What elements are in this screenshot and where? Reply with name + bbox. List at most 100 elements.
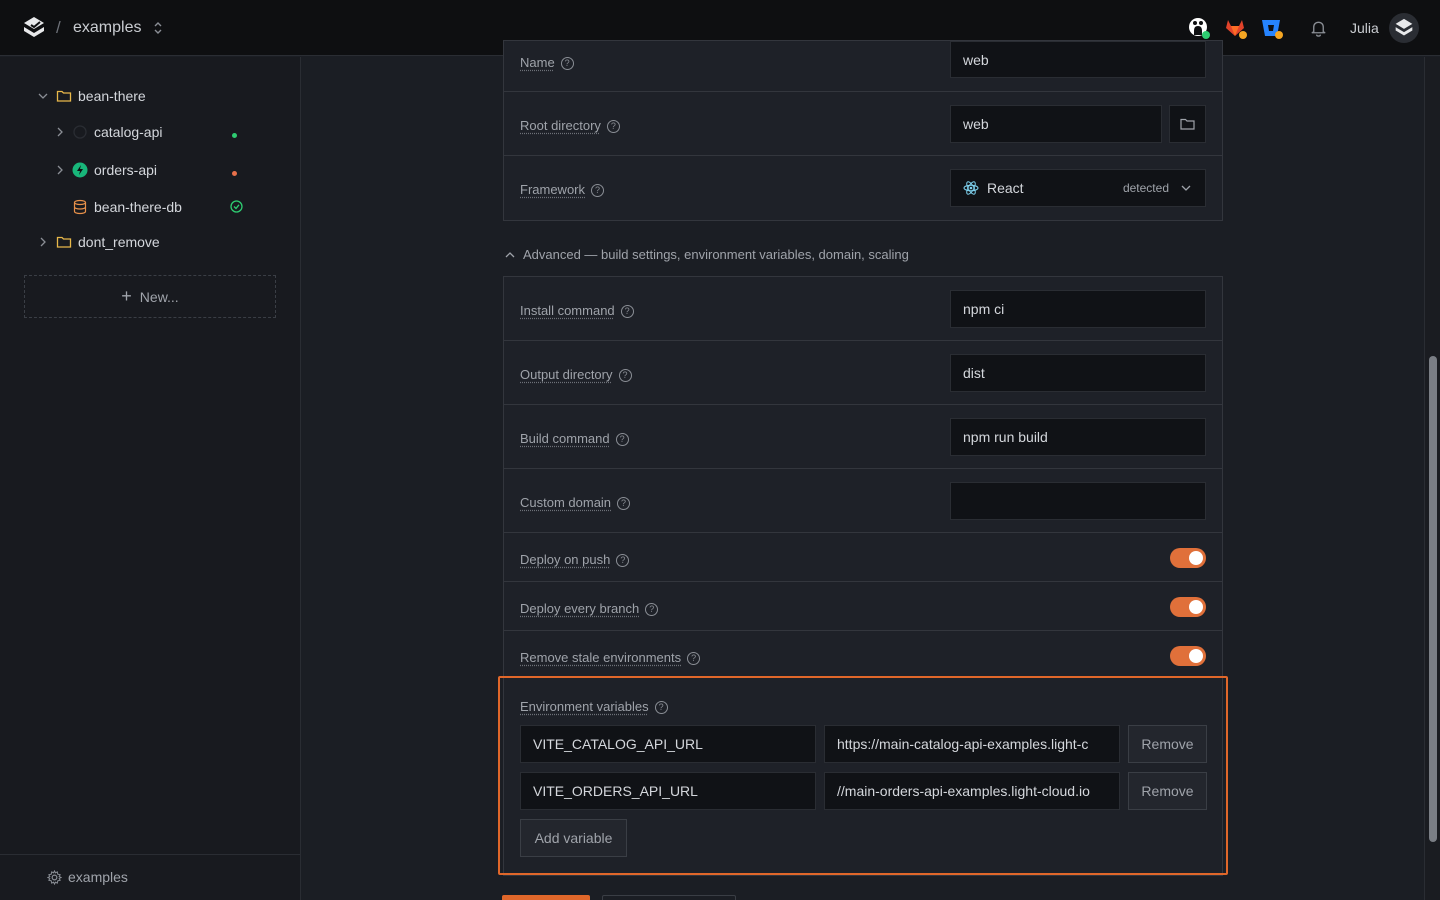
tree-item-bean-there[interactable]: bean-there [38,84,146,108]
root-directory-label: Root directory? [520,118,620,133]
help-icon[interactable]: ? [655,701,668,714]
install-command-row: Install command? npm ci [504,277,1222,341]
detected-badge: detected [1123,181,1169,195]
lightning-icon [72,162,88,178]
add-variable-button[interactable]: Add variable [520,819,627,857]
tree-item-bean-there-db[interactable]: bean-there-db [72,195,182,219]
footer-workspace-label: examples [68,869,128,885]
help-icon[interactable]: ? [617,497,630,510]
plus-icon: + [121,286,132,307]
help-icon[interactable]: ? [621,305,634,318]
status-dot-orange [232,171,237,176]
chevron-right-icon [38,237,48,247]
primary-action-button[interactable] [502,895,590,900]
gitlab-icon[interactable] [1224,16,1248,40]
output-directory-input[interactable]: dist [950,354,1206,392]
chevron-right-icon [55,165,65,175]
remove-stale-row: Remove stale environments? [504,631,1222,680]
help-icon[interactable]: ? [616,554,629,567]
tree-item-label: dont_remove [78,234,160,250]
advanced-toggle-label: Advanced — build settings, environment v… [523,247,909,262]
advanced-toggle[interactable]: Advanced — build settings, environment v… [505,247,909,262]
breadcrumb-separator: / [56,18,61,38]
folder-icon [56,88,72,104]
service-icon [72,124,88,140]
tree-item-label: bean-there-db [94,199,182,215]
tree-item-orders-api[interactable]: orders-api [55,158,157,182]
help-icon[interactable]: ? [607,120,620,133]
chevron-up-down-icon[interactable] [152,20,164,36]
build-command-label: Build command? [520,431,629,446]
build-command-input[interactable]: npm run build [950,418,1206,456]
help-icon[interactable]: ? [616,433,629,446]
deploy-on-push-toggle[interactable] [1170,548,1206,568]
avatar[interactable] [1389,13,1419,43]
env-value-input[interactable]: //main-orders-api-examples.light-cloud.i… [824,772,1120,810]
deploy-every-branch-row: Deploy every branch? [504,582,1222,631]
workspace-name[interactable]: examples [73,19,141,37]
folder-browse-button[interactable] [1169,105,1206,143]
chevron-right-icon [55,127,65,137]
env-value-input[interactable]: https://main-catalog-api-examples.light-… [824,725,1120,763]
general-settings-panel: Name? web Root directory? web Framework?… [503,40,1223,221]
help-icon[interactable]: ? [591,184,604,197]
custom-domain-row: Custom domain? [504,469,1222,533]
environment-variables-section: Environment variables? VITE_CATALOG_API_… [498,676,1228,875]
install-command-input[interactable]: npm ci [950,290,1206,328]
new-button[interactable]: + New... [24,275,276,318]
custom-domain-input[interactable] [950,482,1206,520]
check-circle-icon [230,200,243,213]
scrollbar-thumb[interactable] [1429,356,1437,842]
folder-icon [1180,117,1195,131]
chevron-up-icon [505,250,515,260]
chevron-down-icon [1181,183,1191,193]
output-directory-row: Output directory? dist [504,341,1222,405]
name-input[interactable]: web [950,41,1206,78]
react-icon [963,180,979,196]
new-button-label: New... [140,289,179,305]
avatar-logo-icon [1394,18,1414,38]
help-icon[interactable]: ? [645,603,658,616]
tree-item-dont-remove[interactable]: dont_remove [38,230,160,254]
remove-variable-button[interactable]: Remove [1128,725,1207,763]
framework-row: Framework? React detected [504,156,1222,220]
build-command-row: Build command? npm run build [504,405,1222,469]
gear-icon [47,870,62,885]
deploy-every-branch-label: Deploy every branch? [520,601,658,616]
tree-item-label: catalog-api [94,124,163,140]
sidebar-footer[interactable]: examples [0,854,300,900]
help-icon[interactable]: ? [687,652,700,665]
tree-item-label: bean-there [78,88,146,104]
folder-icon [56,234,72,250]
help-icon[interactable]: ? [619,369,632,382]
environment-variables-label: Environment variables? [520,699,668,714]
github-icon[interactable] [1187,16,1211,40]
database-icon [72,199,88,215]
deploy-on-push-label: Deploy on push? [520,552,629,567]
remove-stale-label: Remove stale environments? [520,650,700,665]
username[interactable]: Julia [1350,20,1379,36]
remove-variable-button[interactable]: Remove [1128,772,1207,810]
deploy-on-push-row: Deploy on push? [504,533,1222,582]
output-directory-label: Output directory? [520,367,632,382]
root-directory-row: Root directory? web [504,92,1222,156]
deploy-every-branch-toggle[interactable] [1170,597,1206,617]
tree-item-catalog-api[interactable]: catalog-api [55,120,163,144]
name-label: Name? [520,55,574,70]
install-command-label: Install command? [520,303,634,318]
framework-select[interactable]: React detected [950,169,1206,207]
bitbucket-icon[interactable] [1260,16,1284,40]
status-dot-green [232,133,237,138]
remove-stale-toggle[interactable] [1170,646,1206,666]
secondary-action-button[interactable] [602,895,736,900]
sidebar: bean-there catalog-api orders-api bean-t… [0,57,301,900]
custom-domain-label: Custom domain? [520,495,630,510]
framework-value: React [987,180,1024,196]
help-icon[interactable]: ? [561,57,574,70]
env-key-input[interactable]: VITE_CATALOG_API_URL [520,725,816,763]
root-directory-input[interactable]: web [950,105,1162,143]
env-key-input[interactable]: VITE_ORDERS_API_URL [520,772,816,810]
bell-icon[interactable] [1309,18,1328,38]
logo-icon[interactable] [22,16,46,40]
name-row: Name? web [504,41,1222,92]
